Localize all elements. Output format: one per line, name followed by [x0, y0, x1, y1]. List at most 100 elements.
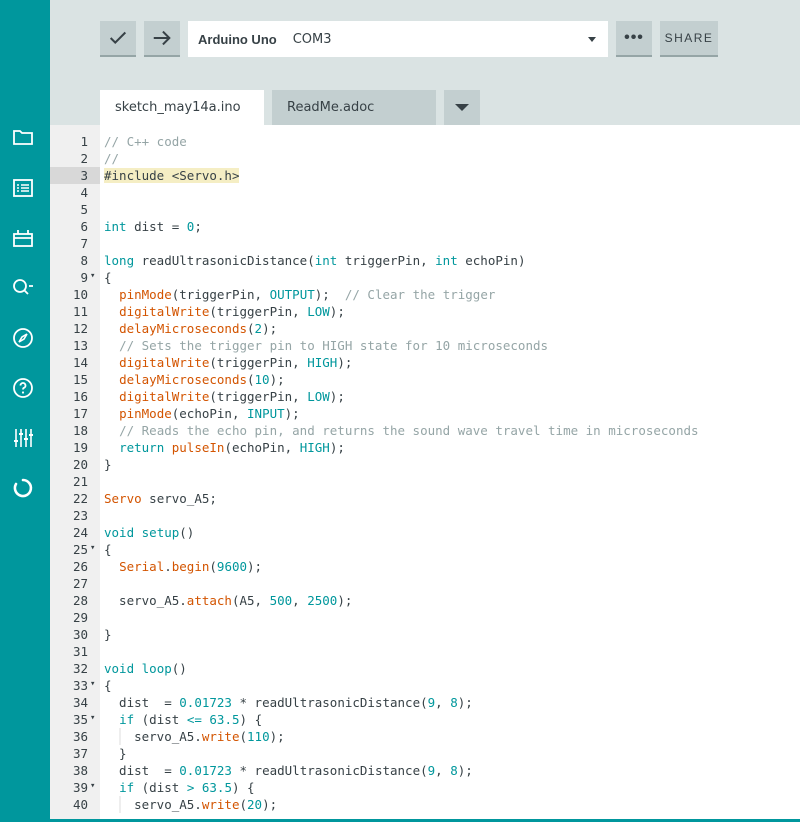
indent-guide	[119, 728, 121, 745]
code-text: digitalWrite(triggerPin, HIGH);	[119, 355, 353, 370]
tab-readme[interactable]: ReadMe.adoc	[272, 90, 436, 125]
code-text: digitalWrite(triggerPin, LOW);	[119, 389, 345, 404]
code-line[interactable]: 13 // Sets the trigger pin to HIGH state…	[50, 337, 800, 354]
folder-icon[interactable]	[10, 124, 36, 150]
code-lines[interactable]: 1 // C++ code 2 // 3 #include <Servo.h> 4 5 6 int…	[50, 133, 800, 813]
code-line[interactable]: 12 delayMicroseconds(2);	[50, 320, 800, 337]
code-line[interactable]: 38 dist = 0.01723 * readUltrasonicDistan…	[50, 762, 800, 779]
code-line[interactable]: 39 ▾ if (dist > 63.5) {	[50, 779, 800, 796]
search-icon[interactable]	[10, 275, 36, 301]
code-line[interactable]: 22 Servo servo_A5;	[50, 490, 800, 507]
code-line[interactable]: 8 long readUltrasonicDistance(int trigger…	[50, 252, 800, 269]
code-text: void setup()	[104, 525, 195, 540]
code-line[interactable]: 37 }	[50, 745, 800, 762]
loading-icon	[10, 475, 36, 501]
code-line[interactable]: 40 servo_A5.write(20);	[50, 796, 800, 813]
tab-sketch[interactable]: sketch_may14a.ino	[100, 90, 264, 125]
fold-arrow-icon[interactable]: ▾	[90, 540, 95, 557]
code-line[interactable]: 2 //	[50, 150, 800, 167]
board-selector[interactable]: Arduino Uno COM3	[188, 21, 608, 57]
line-number: 7	[80, 236, 88, 251]
tab-label: ReadMe.adoc	[287, 100, 375, 115]
code-text: }	[104, 457, 112, 472]
code-line[interactable]: 4	[50, 184, 800, 201]
line-number: 18	[72, 423, 88, 438]
library-icon[interactable]	[10, 225, 36, 251]
help-icon[interactable]	[10, 375, 36, 401]
line-number: 37	[72, 746, 88, 761]
code-line[interactable]: 1 // C++ code	[50, 133, 800, 150]
line-number: 8	[80, 253, 88, 268]
code-text: digitalWrite(triggerPin, LOW);	[119, 304, 345, 319]
code-line[interactable]: 32 void loop()	[50, 660, 800, 677]
code-line[interactable]: 26 Serial.begin(9600);	[50, 558, 800, 575]
code-line[interactable]: 24 void setup()	[50, 524, 800, 541]
share-button[interactable]: SHARE	[660, 21, 718, 57]
line-number: 16	[72, 389, 88, 404]
line-number: 26	[72, 559, 88, 574]
fold-arrow-icon[interactable]: ▾	[90, 710, 95, 727]
code-line[interactable]: 31	[50, 643, 800, 660]
code-line[interactable]: 20}	[50, 456, 800, 473]
code-line[interactable]: 7	[50, 235, 800, 252]
line-number: 20	[72, 457, 88, 472]
code-line[interactable]: 11 digitalWrite(triggerPin, LOW);	[50, 303, 800, 320]
code-line[interactable]: 10 pinMode(triggerPin, OUTPUT); // Clear…	[50, 286, 800, 303]
code-text: Serial.begin(9600);	[119, 559, 263, 574]
list-icon[interactable]	[10, 175, 36, 201]
code-text: void loop()	[104, 661, 187, 676]
toolbar: Arduino Uno COM3 ••• SHARE	[50, 0, 800, 90]
code-line[interactable]: 28 servo_A5.attach(A5, 500, 2500);	[50, 592, 800, 609]
code-text: delayMicroseconds(2);	[119, 321, 278, 336]
code-text: dist = 0.01723 * readUltrasonicDistance(…	[104, 763, 473, 778]
line-number: 1	[80, 134, 88, 149]
code-line[interactable]: 29	[50, 609, 800, 626]
line-number: 13	[72, 338, 88, 353]
sliders-icon[interactable]	[10, 425, 36, 451]
line-number: 14	[72, 355, 88, 370]
more-button[interactable]: •••	[616, 21, 652, 57]
fold-arrow-icon[interactable]: ▾	[90, 778, 95, 795]
checkmark-icon	[109, 31, 127, 45]
code-text: long readUltrasonicDistance(int triggerP…	[104, 253, 526, 268]
code-line[interactable]: 34 dist = 0.01723 * readUltrasonicDistan…	[50, 694, 800, 711]
code-text: // Reads the echo pin, and returns the s…	[119, 423, 699, 438]
code-line[interactable]: 16 digitalWrite(triggerPin, LOW);	[50, 388, 800, 405]
code-line[interactable]: 17 pinMode(echoPin, INPUT);	[50, 405, 800, 422]
code-text: return pulseIn(echoPin, HIGH);	[119, 440, 345, 455]
fold-arrow-icon[interactable]: ▾	[90, 676, 95, 693]
tab-menu-button[interactable]	[444, 90, 480, 125]
code-line[interactable]: 3 #include <Servo.h>	[50, 167, 800, 184]
line-number: 21	[72, 474, 88, 489]
line-number: 39	[72, 780, 88, 795]
code-line[interactable]: 5	[50, 201, 800, 218]
verify-button[interactable]	[100, 21, 136, 57]
chevron-down-icon	[588, 37, 596, 42]
code-line[interactable]: 27	[50, 575, 800, 592]
fold-arrow-icon[interactable]: ▾	[90, 268, 95, 285]
code-line[interactable]: 23	[50, 507, 800, 524]
code-text: Servo servo_A5;	[104, 491, 217, 506]
code-text: }	[104, 746, 127, 761]
line-number: 22	[72, 491, 88, 506]
line-number: 10	[72, 287, 88, 302]
code-line[interactable]: 15 delayMicroseconds(10);	[50, 371, 800, 388]
compass-icon[interactable]	[10, 325, 36, 351]
code-line[interactable]: 30}	[50, 626, 800, 643]
upload-button[interactable]	[144, 21, 180, 57]
code-line[interactable]: 36 servo_A5.write(110);	[50, 728, 800, 745]
code-line[interactable]: 25 ▾ {	[50, 541, 800, 558]
code-line[interactable]: 35 ▾ if (dist <= 63.5) {	[50, 711, 800, 728]
code-line[interactable]: 6 int dist = 0;	[50, 218, 800, 235]
code-editor[interactable]: 1 // C++ code 2 // 3 #include <Servo.h> 4 5 6 int…	[50, 125, 800, 822]
line-number: 27	[72, 576, 88, 591]
code-line[interactable]: 33 ▾ {	[50, 677, 800, 694]
code-line[interactable]: 9 ▾ {	[50, 269, 800, 286]
code-line[interactable]: 19 return pulseIn(echoPin, HIGH);	[50, 439, 800, 456]
line-number: 5	[80, 202, 88, 217]
line-number: 15	[72, 372, 88, 387]
code-line[interactable]: 18 // Reads the echo pin, and returns th…	[50, 422, 800, 439]
code-line[interactable]: 14 digitalWrite(triggerPin, HIGH);	[50, 354, 800, 371]
code-line[interactable]: 21	[50, 473, 800, 490]
code-text: int dist = 0;	[104, 219, 202, 234]
